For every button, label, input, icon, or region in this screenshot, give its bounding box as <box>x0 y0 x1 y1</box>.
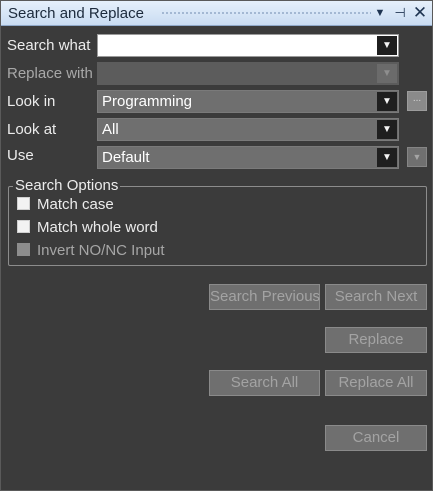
title-bar[interactable]: Search and Replace ▼ ⊣ ✕ <box>1 1 432 26</box>
match-whole-word-label: Match whole word <box>37 219 158 236</box>
chevron-down-icon[interactable]: ▼ <box>371 4 389 22</box>
use-label: Use <box>7 147 34 164</box>
chevron-down-icon[interactable]: ▼ <box>377 148 397 167</box>
use-options-button[interactable]: ▼ <box>407 147 427 167</box>
match-case-checkbox[interactable]: Match case <box>17 196 114 214</box>
look-in-combo[interactable]: Programming ▼ <box>97 90 399 113</box>
use-combo[interactable]: Default ▼ <box>97 146 399 169</box>
search-previous-button[interactable]: Search Previous <box>209 284 320 310</box>
match-whole-word-checkbox[interactable]: Match whole word <box>17 219 158 237</box>
close-icon[interactable]: ✕ <box>411 4 429 22</box>
replace-with-label: Replace with <box>7 65 93 82</box>
cancel-button[interactable]: Cancel <box>325 425 427 451</box>
invert-input-label: Invert NO/NC Input <box>37 242 165 259</box>
chevron-down-icon[interactable]: ▼ <box>377 120 397 139</box>
look-at-label: Look at <box>7 121 57 138</box>
search-what-combo[interactable]: ▼ <box>97 34 399 57</box>
match-case-label: Match case <box>37 196 114 213</box>
look-in-label: Look in <box>7 93 56 110</box>
replace-all-button[interactable]: Replace All <box>325 370 427 396</box>
replace-button[interactable]: Replace <box>325 327 427 353</box>
panel-title: Search and Replace <box>8 5 144 22</box>
search-what-label: Search what <box>7 37 91 54</box>
look-in-value: Programming <box>102 93 193 110</box>
title-grip <box>161 11 371 16</box>
invert-input-checkbox[interactable]: Invert NO/NC Input <box>17 242 165 260</box>
chevron-down-icon[interactable]: ▼ <box>377 36 397 55</box>
chevron-down-icon: ▼ <box>377 64 397 83</box>
search-all-button[interactable]: Search All <box>209 370 320 396</box>
search-options-legend: Search Options <box>13 177 121 194</box>
chevron-down-icon[interactable]: ▼ <box>377 92 397 111</box>
search-next-button[interactable]: Search Next <box>325 284 427 310</box>
search-replace-panel: Search and Replace ▼ ⊣ ✕ Search what ▼ R… <box>0 0 433 491</box>
browse-button[interactable]: ... <box>407 91 427 111</box>
look-at-value: All <box>102 121 119 138</box>
checkbox-icon[interactable] <box>17 243 30 256</box>
pin-icon[interactable]: ⊣ <box>391 4 409 22</box>
look-at-combo[interactable]: All ▼ <box>97 118 399 141</box>
replace-with-combo[interactable]: ▼ <box>97 62 399 85</box>
use-value: Default <box>102 149 150 166</box>
checkbox-icon[interactable] <box>17 197 30 210</box>
checkbox-icon[interactable] <box>17 220 30 233</box>
